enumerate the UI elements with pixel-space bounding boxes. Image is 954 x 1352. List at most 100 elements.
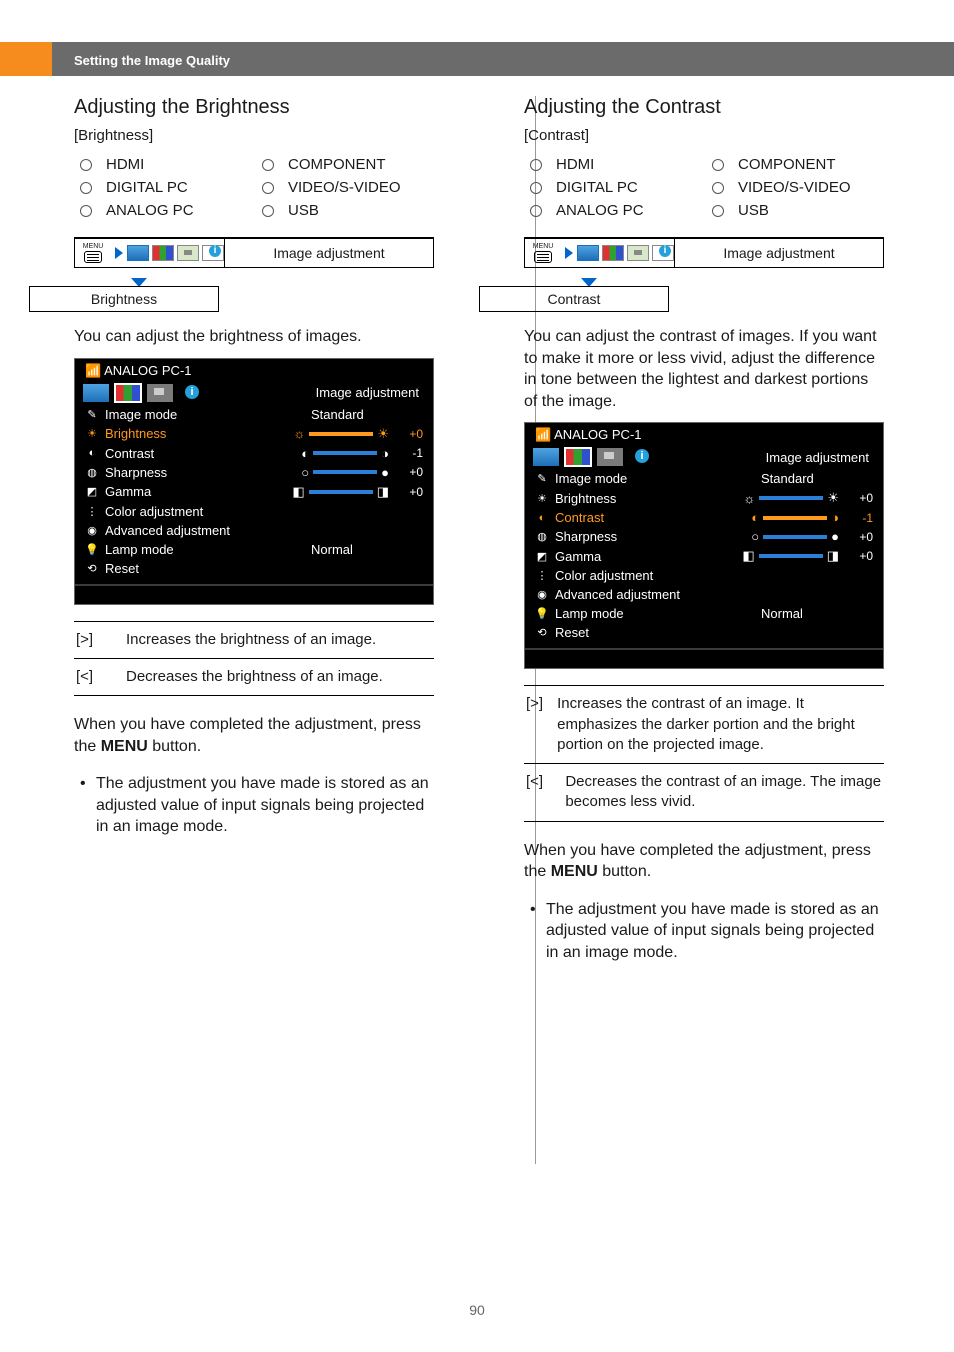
brightness-icon: ☀ (535, 491, 549, 505)
radio-icon (262, 159, 274, 171)
bullet-item: The adjustment you have made is stored a… (530, 899, 884, 964)
nav-arrow-wrapper: Brightness (74, 278, 204, 312)
osd-slider: ☼☀+0 (261, 426, 423, 442)
radio-component: COMPONENT (712, 156, 884, 173)
nav-bottom-row: Brightness (74, 278, 434, 312)
content: Adjusting the Brightness [Brightness] HD… (74, 96, 892, 964)
nav-top-row: MENU Image adjustment (75, 239, 433, 267)
gamma-icon: ◩ (85, 485, 99, 499)
radio-digital-pc: DIGITAL PC (80, 179, 252, 196)
osd-tab-title: Image adjustment (661, 450, 875, 465)
key-table: [>]Increases the brightness of an image.… (74, 621, 434, 697)
radio-icon (712, 159, 724, 171)
mini-tabs (577, 245, 674, 261)
osd-footer (525, 648, 883, 668)
osd-tabs: Image adjustment (75, 381, 433, 405)
osd-tab-icon (179, 384, 205, 402)
nav-top-label: Image adjustment (674, 239, 883, 267)
gamma-icon: ◩ (535, 549, 549, 563)
osd-tab-title: Image adjustment (211, 385, 425, 400)
osd-tab-icon (533, 448, 559, 466)
osd-tab-icon (629, 448, 655, 466)
menu-icon (84, 251, 102, 263)
osd-slider: ○●+0 (261, 465, 423, 480)
osd-screenshot: 📶 ANALOG PC-1 Image adjustment ✎Image mo… (74, 358, 434, 605)
osd-row: ☀Brightness☼☀+0 (75, 424, 433, 444)
osd-tab-icon (83, 384, 109, 402)
osd-source: 📶 ANALOG PC-1 (75, 359, 433, 381)
osd-row: ◍Sharpness○●+0 (525, 527, 883, 546)
osd-slider: ☼☀+0 (711, 490, 873, 506)
osd-row: ◩Gamma◧◨+0 (525, 546, 883, 566)
tab-icon (577, 245, 599, 261)
osd-footer (75, 584, 433, 604)
osd-tab-icon (147, 384, 173, 402)
tab-icon (627, 245, 649, 261)
sharpness-icon: ◍ (535, 530, 549, 544)
radio-analog-pc: ANALOG PC (80, 202, 252, 219)
radio-icon (530, 182, 542, 194)
osd-row: ◩Gamma◧◨+0 (75, 482, 433, 502)
osd-slider: ◧◨+0 (711, 548, 873, 564)
key-row: [<]Decreases the contrast of an image. T… (524, 764, 884, 822)
osd-row: ⋮Color adjustment (525, 566, 883, 585)
nav-top-label: Image adjustment (224, 239, 433, 267)
closing-text: When you have completed the adjustment, … (74, 714, 434, 757)
radio-icon (530, 205, 542, 217)
tab-icon (177, 245, 199, 261)
contrast-icon: ◐ (535, 511, 549, 525)
radio-hdmi: HDMI (80, 156, 252, 173)
tab-icon (602, 245, 624, 261)
mini-tabs (127, 245, 224, 261)
radio-icon (80, 159, 92, 171)
advanced-icon: ◉ (85, 523, 99, 537)
source-options: HDMI COMPONENT DIGITAL PC VIDEO/S-VIDEO … (530, 156, 884, 219)
osd-slider: ◐◑-1 (711, 510, 873, 525)
menu-button-icon: MENU (75, 243, 111, 263)
section-title: Adjusting the Brightness (74, 96, 434, 119)
osd-row: ⋮Color adjustment (75, 502, 433, 521)
radio-icon (712, 205, 724, 217)
nav-diagram: MENU Image adjustment (74, 237, 434, 268)
lamp-icon: 💡 (535, 607, 549, 621)
left-column: Adjusting the Brightness [Brightness] HD… (74, 96, 434, 964)
breadcrumb-text: Setting the Image Quality (74, 53, 230, 68)
osd-row: ✎Image modeStandard (525, 469, 883, 488)
key-row: [<]Decreases the brightness of an image. (74, 659, 434, 696)
nav-diagram: MENU Image adjustment (524, 237, 884, 268)
nav-sub-label: Contrast (479, 286, 669, 312)
tab-icon (652, 245, 674, 261)
radio-video-svideo: VIDEO/S-VIDEO (712, 179, 884, 196)
menu-button-icon: MENU (525, 243, 561, 263)
section-subhead: [Contrast] (524, 127, 884, 144)
radio-icon (80, 182, 92, 194)
key-table: [>]Increases the contrast of an image. I… (524, 685, 884, 821)
osd-row: 💡Lamp modeNormal (525, 604, 883, 623)
bullet-item: The adjustment you have made is stored a… (80, 773, 434, 838)
nav-sub-label: Brightness (29, 286, 219, 312)
arrow-right-icon (115, 247, 123, 259)
section-subhead: [Brightness] (74, 127, 434, 144)
osd-row: ◐Contrast◐◑-1 (525, 508, 883, 527)
nav-top-row: MENU Image adjustment (525, 239, 883, 267)
tab-icon (152, 245, 174, 261)
accent-strip (0, 42, 52, 76)
osd-row: ⟲Reset (75, 559, 433, 578)
osd-row: ⟲Reset (525, 623, 883, 642)
page-number: 90 (0, 1302, 954, 1318)
key-row: [>]Increases the brightness of an image. (74, 621, 434, 659)
radio-video-svideo: VIDEO/S-VIDEO (262, 179, 434, 196)
radio-analog-pc: ANALOG PC (530, 202, 702, 219)
osd-row: ◐Contrast◐◑-1 (75, 444, 433, 463)
radio-usb: USB (262, 202, 434, 219)
arrow-right-icon (565, 247, 573, 259)
reset-icon: ⟲ (85, 561, 99, 575)
lamp-icon: 💡 (85, 542, 99, 556)
osd-tab-icon (115, 384, 141, 402)
brightness-icon: ☀ (85, 427, 99, 441)
contrast-icon: ◐ (85, 446, 99, 460)
osd-tab-icon (597, 448, 623, 466)
image-mode-icon: ✎ (535, 472, 549, 486)
radio-icon (80, 205, 92, 217)
radio-icon (262, 182, 274, 194)
